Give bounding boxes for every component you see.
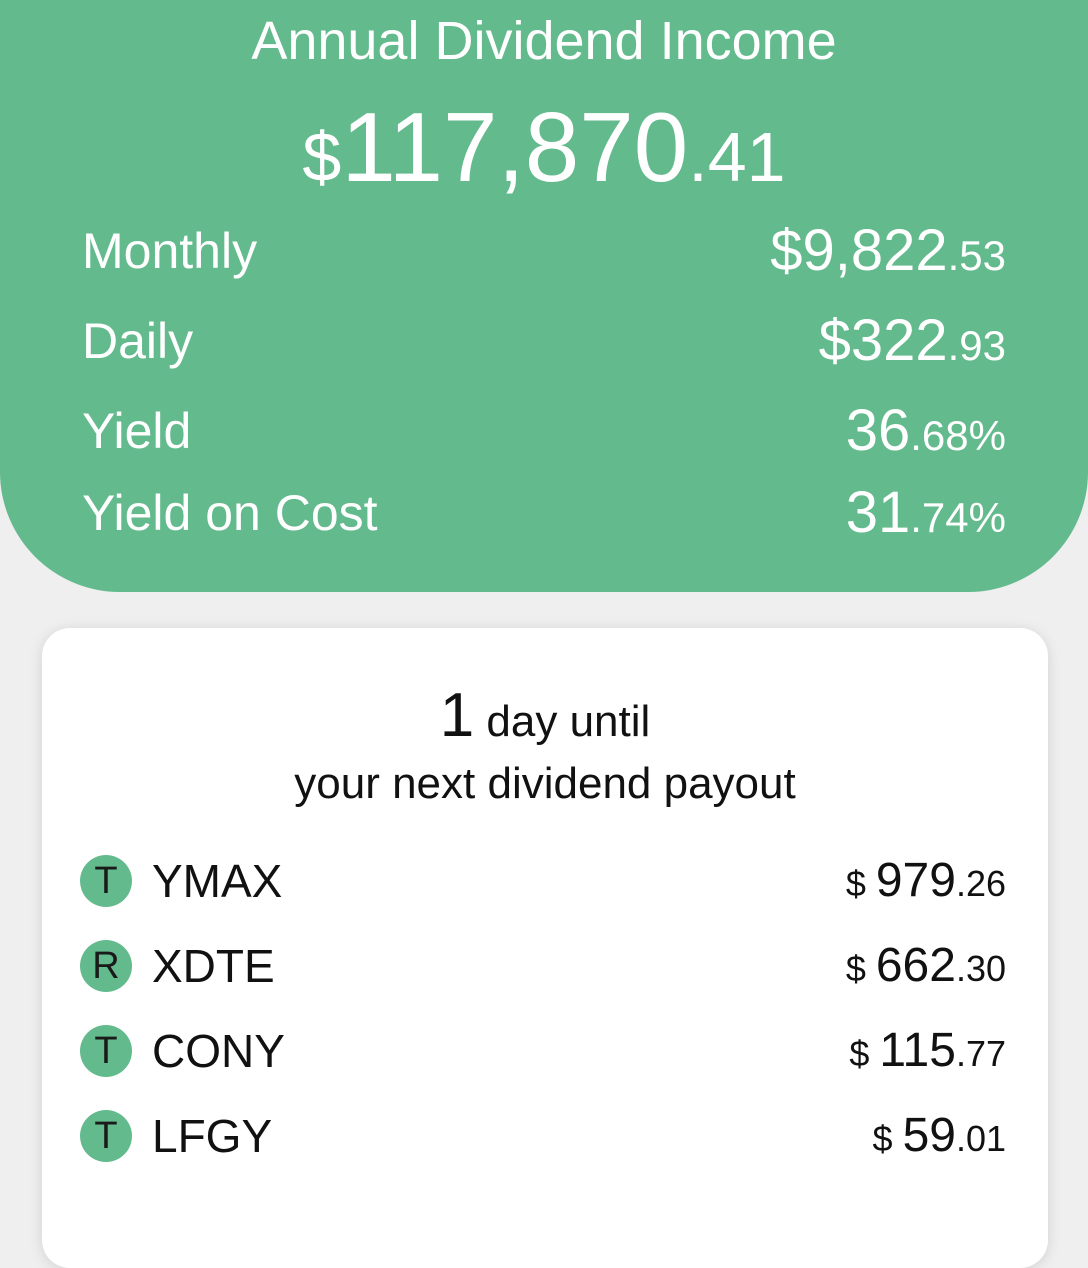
next-payout-card[interactable]: 1 day until your next dividend payout T …	[42, 628, 1048, 1268]
metric-label: Monthly	[82, 223, 258, 279]
summary-title: Annual Dividend Income	[251, 11, 837, 71]
metric-value: 36.68%	[846, 396, 1006, 481]
amount-whole: 59	[902, 1109, 956, 1162]
holding-amount: $115.77	[849, 1020, 1006, 1093]
amount-fraction: .01	[955, 1118, 1006, 1159]
amount-currency: $	[845, 948, 866, 989]
metric-value: $9,822.53	[770, 216, 1006, 301]
metric-row-monthly: Monthly $9,822.53	[82, 216, 1006, 286]
metric-value-fraction: .68%	[910, 412, 1006, 459]
days-unit: day until	[474, 697, 651, 746]
metric-label: Yield	[82, 403, 192, 459]
total-fraction: .41	[688, 118, 786, 196]
amount-currency: $	[872, 1118, 893, 1159]
metric-value-whole: $9,822	[770, 218, 948, 283]
amount-currency: $	[849, 1033, 870, 1074]
holding-row-ymax[interactable]: T YMAX $979.26	[80, 850, 1006, 912]
metric-value: 31.74%	[846, 478, 1006, 563]
metric-value: $322.93	[819, 306, 1006, 391]
total-currency: $	[302, 118, 342, 196]
amount-fraction: .30	[955, 948, 1006, 989]
amount-whole: 662	[875, 939, 956, 992]
holding-badge: T	[80, 1025, 132, 1077]
holding-ticker: XDTE	[152, 940, 275, 992]
days-count: 1	[439, 681, 475, 750]
holding-amount: $662.30	[846, 935, 1006, 1008]
metric-value-fraction: .93	[947, 322, 1006, 369]
holding-ticker: LFGY	[152, 1110, 273, 1162]
payout-subtitle: your next dividend payout	[294, 759, 796, 808]
metric-row-daily: Daily $322.93	[82, 306, 1006, 376]
metric-label: Daily	[82, 313, 194, 369]
dividend-summary-card: Annual Dividend Income $117,870.41 Month…	[0, 0, 1088, 592]
holding-badge: T	[80, 1110, 132, 1162]
holding-badge: R	[80, 940, 132, 992]
metric-value-whole: 31	[845, 480, 911, 545]
holding-row-xdte[interactable]: R XDTE $662.30	[80, 935, 1006, 997]
holding-row-cony[interactable]: T CONY $115.77	[80, 1020, 1006, 1082]
total-whole: 117,870	[341, 92, 689, 202]
metric-row-yield: Yield 36.68%	[82, 396, 1006, 466]
holding-ticker: YMAX	[152, 855, 283, 907]
annual-income-total: $117,870.41	[0, 92, 1088, 232]
metric-value-fraction: .74%	[910, 494, 1006, 541]
amount-fraction: .77	[955, 1033, 1006, 1074]
amount-currency: $	[845, 863, 866, 904]
holding-amount: $979.26	[846, 850, 1006, 923]
holding-amount: $59.01	[873, 1105, 1006, 1178]
holding-ticker: CONY	[152, 1025, 285, 1077]
amount-whole: 115	[879, 1024, 956, 1077]
holding-row-lfgy[interactable]: T LFGY $59.01	[80, 1105, 1006, 1167]
metric-value-whole: 36	[845, 398, 911, 463]
metric-label: Yield on Cost	[82, 485, 378, 541]
amount-whole: 979	[875, 854, 956, 907]
metric-value-whole: $322	[818, 308, 948, 373]
metric-row-yield-on-cost: Yield on Cost 31.74%	[82, 478, 1006, 548]
amount-fraction: .26	[955, 863, 1006, 904]
metric-value-fraction: .53	[947, 232, 1006, 279]
holding-badge: T	[80, 855, 132, 907]
